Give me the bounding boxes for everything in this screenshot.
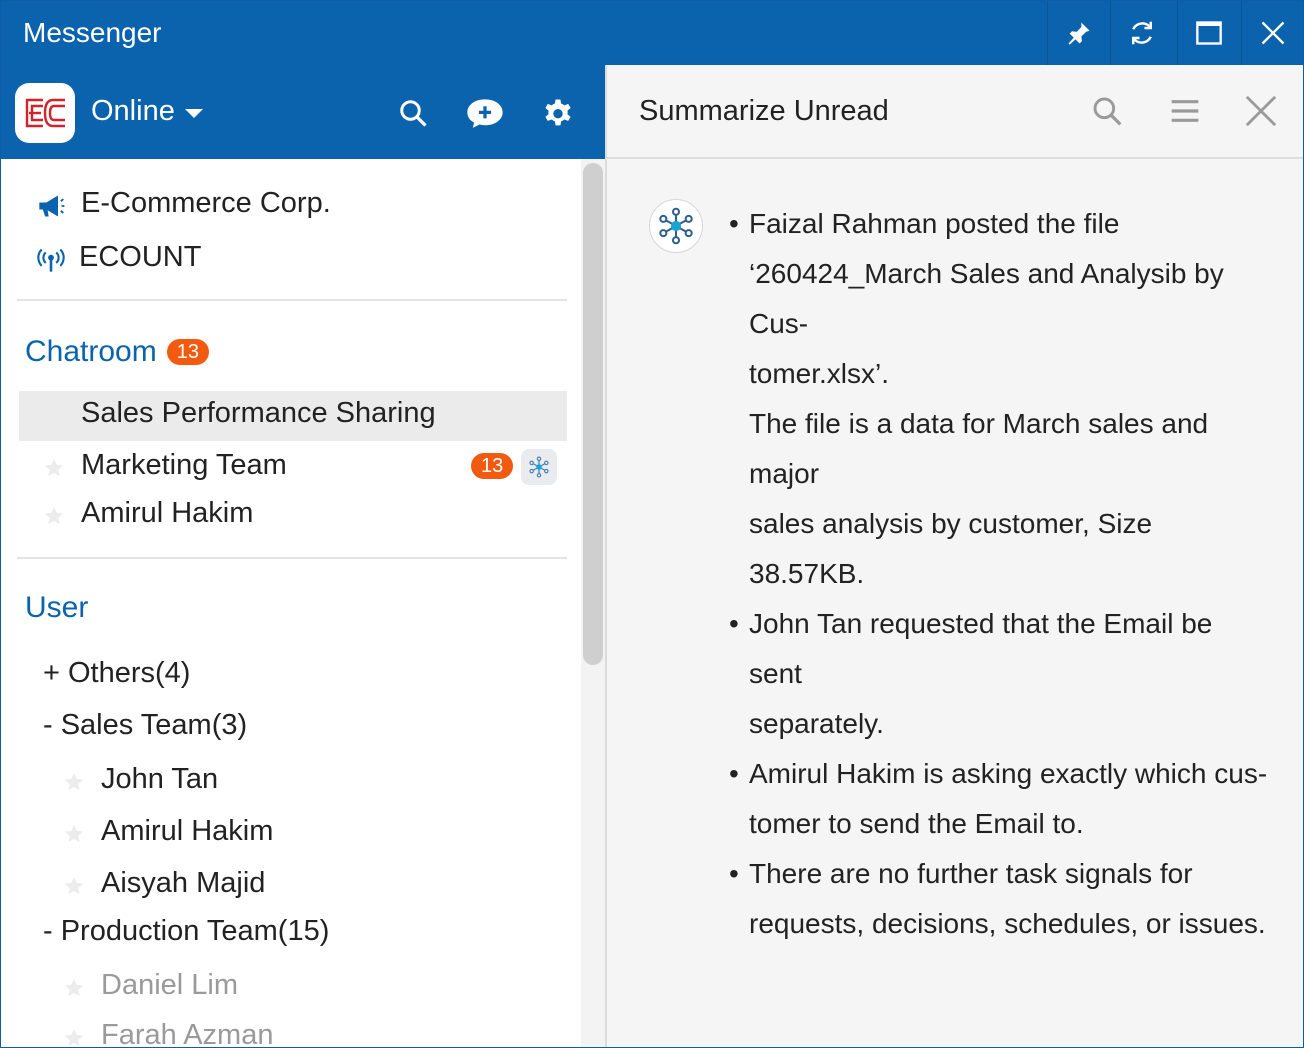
user-name: Farah Azman (101, 1019, 274, 1047)
summary-line: sales analysis by customer, Size 38.57KB… (749, 508, 1153, 589)
ai-network-icon (659, 207, 693, 245)
sidebar-scrollbar[interactable] (581, 159, 605, 1047)
group-production-team[interactable]: - Production Team(15) (43, 915, 329, 948)
refresh-icon (1132, 21, 1152, 45)
user-section-header[interactable]: User (25, 591, 88, 625)
panel-close-button[interactable] (1241, 91, 1281, 131)
divider (17, 557, 567, 559)
summary-panel: Summarize Unread • Faizal Rahman posted … (605, 65, 1303, 1047)
refresh-button[interactable] (1110, 1, 1173, 65)
bullet-dot: • (729, 208, 739, 239)
star-icon[interactable] (63, 823, 85, 845)
channel-label: ECOUNT (79, 241, 202, 273)
settings-button[interactable] (538, 93, 578, 133)
chatroom-label: Marketing Team (81, 449, 287, 481)
chatroom-title: Chatroom (25, 335, 157, 368)
summary-panel-header: Summarize Unread (607, 65, 1303, 159)
status-label: Online (91, 95, 175, 127)
panel-search-button[interactable] (1087, 91, 1127, 131)
channel-label: E-Commerce Corp. (81, 187, 331, 219)
ai-avatar (649, 199, 703, 253)
summary-bullet: • John Tan requested that the Email be s… (729, 599, 1269, 749)
ai-network-icon (529, 456, 549, 478)
broadcast-icon (37, 248, 65, 272)
star-icon[interactable] (63, 1027, 85, 1047)
chatroom-unread-badge: 13 (166, 339, 209, 365)
search-icon (1093, 97, 1122, 126)
ec-logo-icon (25, 98, 65, 128)
new-chat-icon (467, 99, 503, 128)
panel-menu-button[interactable] (1165, 91, 1205, 131)
close-button[interactable] (1241, 1, 1303, 65)
summary-line: There are no further task signals for (749, 858, 1193, 889)
star-icon[interactable] (63, 771, 85, 793)
close-icon (1245, 95, 1277, 127)
messenger-window: Messenger Online E-Commerce Corp. ECOUNT… (0, 0, 1304, 1048)
new-chat-button[interactable] (465, 93, 505, 133)
user-name: Aisyah Majid (101, 867, 266, 899)
close-icon (1261, 21, 1285, 45)
pin-icon (1068, 22, 1090, 45)
app-title: Messenger (23, 17, 162, 48)
user-name: Daniel Lim (101, 969, 238, 1001)
summary-line: separately. (749, 708, 884, 739)
pin-button[interactable] (1047, 1, 1110, 65)
chevron-down-icon (184, 109, 203, 118)
panel-title: Summarize Unread (639, 95, 889, 127)
unread-badge: 13 (471, 453, 514, 479)
star-icon[interactable] (63, 977, 85, 999)
summary-line: Faizal Rahman posted the file (749, 208, 1120, 239)
title-bar: Messenger (1, 1, 1303, 65)
company-logo[interactable] (15, 83, 75, 143)
bullet-dot: • (729, 858, 739, 889)
megaphone-icon (39, 195, 65, 217)
sidebar-header: Online (1, 65, 605, 159)
summary-bullet: • Amirul Hakim is asking exactly which c… (729, 749, 1269, 849)
bullet-dot: • (729, 608, 739, 639)
status-dropdown[interactable]: Online (91, 95, 203, 128)
maximize-button[interactable] (1177, 1, 1240, 65)
group-sales-team[interactable]: - Sales Team(3) (43, 709, 247, 742)
chatroom-label: Sales Performance Sharing (81, 397, 436, 429)
ai-summary-button[interactable] (521, 449, 557, 485)
user-name: Amirul Hakim (101, 815, 274, 847)
star-icon[interactable] (43, 505, 65, 527)
chatroom-section-header[interactable]: Chatroom 13 (25, 335, 209, 369)
search-button[interactable] (393, 93, 433, 133)
summary-line: ‘260424_March Sales and Analysib by Cus- (749, 258, 1224, 339)
sidebar-list: E-Commerce Corp. ECOUNT Chatroom 13 Sale… (1, 159, 581, 1047)
summary-bullet: • Faizal Rahman posted the file ‘260424_… (729, 199, 1269, 599)
summary-line: requests, decisions, schedules, or issue… (749, 908, 1266, 939)
sidebar: Online E-Commerce Corp. ECOUNT Chatroom … (1, 65, 605, 1047)
summary-bullet: • There are no further task signals for … (729, 849, 1269, 949)
summary-line: tomer.xlsx’. (749, 358, 890, 389)
star-icon[interactable] (63, 875, 85, 897)
divider (17, 299, 567, 301)
menu-icon (1171, 100, 1199, 122)
chatroom-label: Amirul Hakim (81, 497, 254, 529)
maximize-icon (1196, 21, 1222, 45)
summary-line: tomer to send the Email to. (749, 808, 1084, 839)
scrollbar-thumb[interactable] (583, 163, 603, 665)
gear-icon (545, 99, 571, 126)
summary-text: • Faizal Rahman posted the file ‘260424_… (729, 199, 1269, 949)
summary-line: The file is a data for March sales and m… (749, 408, 1209, 489)
summary-line: Amirul Hakim is asking exactly which cus… (749, 758, 1268, 789)
group-others[interactable]: + Others(4) (43, 657, 190, 690)
search-icon (400, 100, 427, 127)
star-icon[interactable] (43, 457, 65, 479)
user-name: John Tan (101, 763, 219, 795)
bullet-dot: • (729, 758, 739, 789)
summary-line: John Tan requested that the Email be sen… (749, 608, 1213, 689)
user-title: User (25, 591, 89, 624)
